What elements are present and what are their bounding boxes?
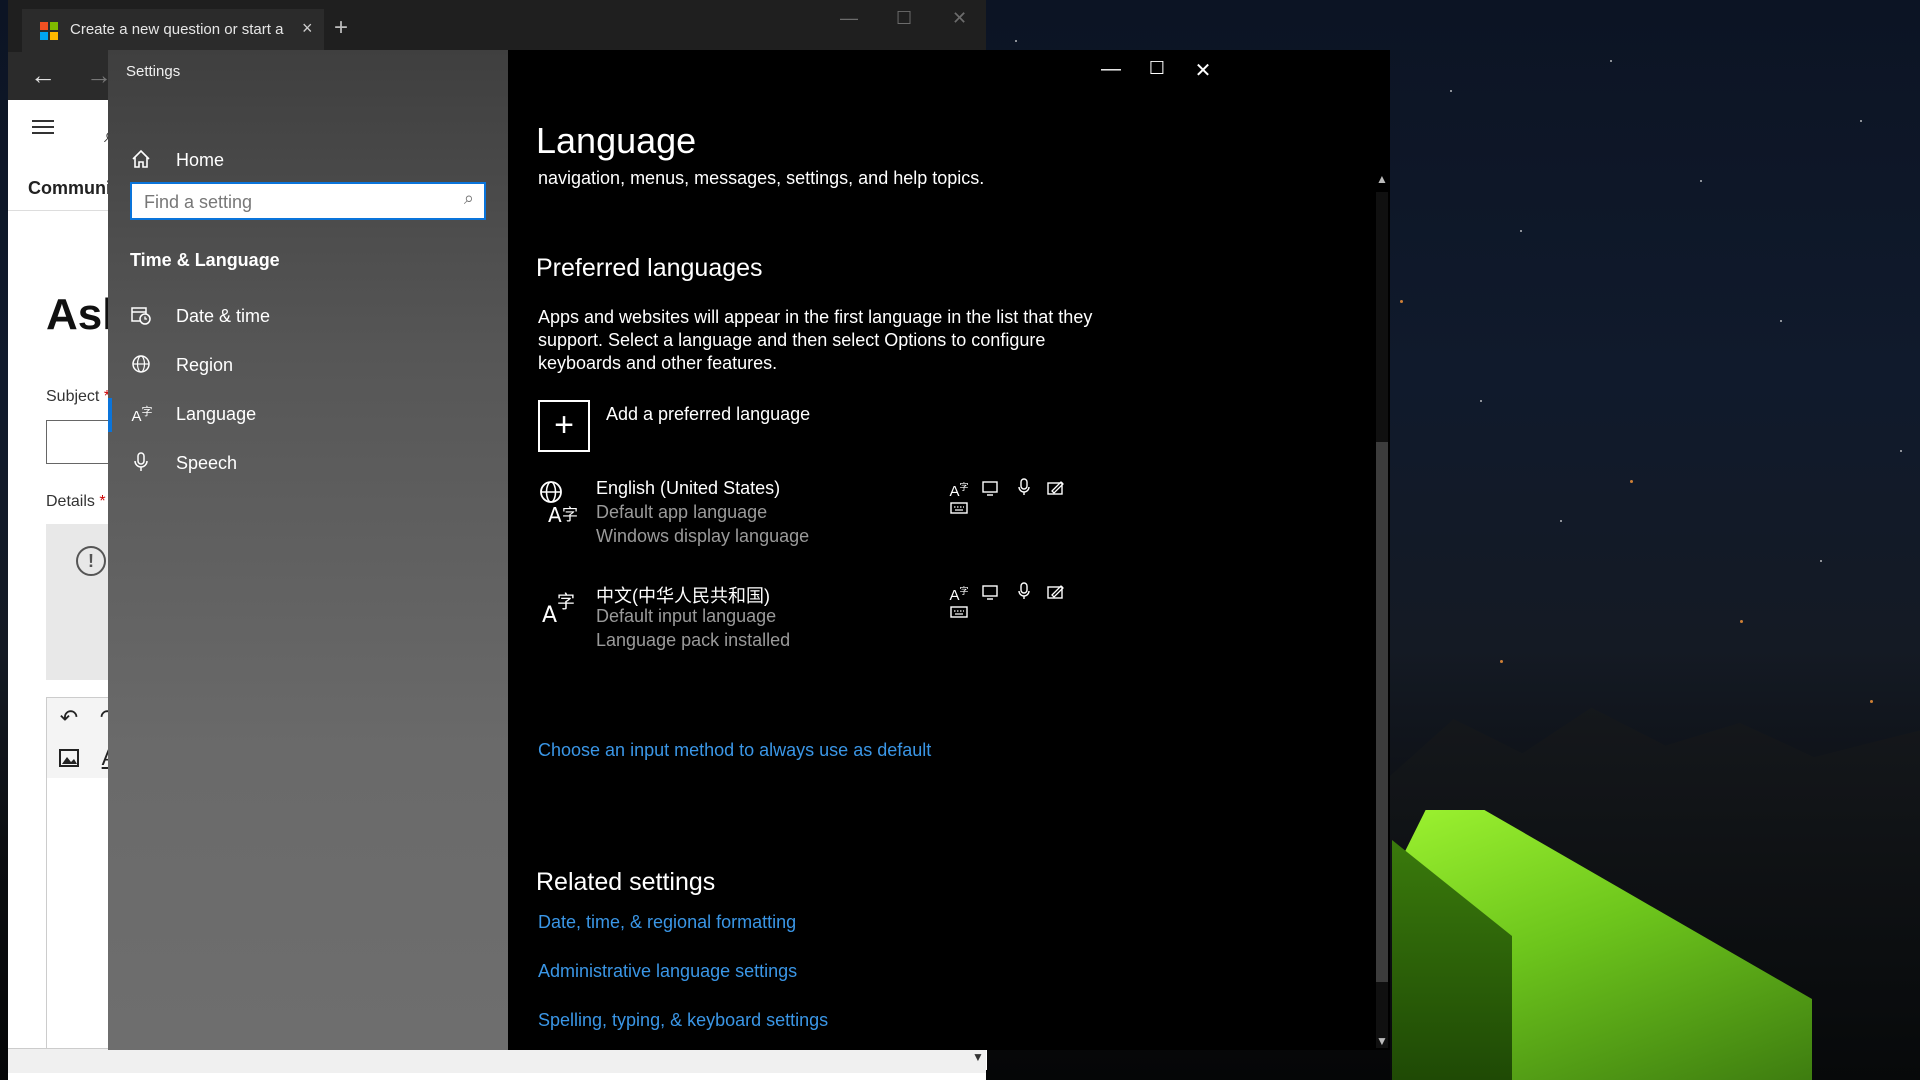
back-arrow-icon[interactable]: ← xyxy=(30,60,56,91)
community-header[interactable]: Communi xyxy=(28,178,111,199)
svg-text:A: A xyxy=(548,503,562,524)
settings-content: — ☐ ✕ Language navigation, menus, messag… xyxy=(508,50,1390,1050)
calendar-clock-icon xyxy=(130,304,154,328)
new-tab-button[interactable]: + xyxy=(334,14,348,42)
browser-tab-bar: Create a new question or start a × + — ☐… xyxy=(8,0,986,52)
microphone-icon xyxy=(130,451,154,475)
close-button[interactable]: ✕ xyxy=(1180,58,1226,83)
add-language-label[interactable]: Add a preferred language xyxy=(606,404,810,425)
language-detail: Default input language xyxy=(596,606,777,626)
input-method-link[interactable]: Choose an input method to always use as … xyxy=(538,740,931,761)
scroll-up-arrow-icon[interactable]: ▲ xyxy=(1374,172,1390,188)
language-detail: Default app language xyxy=(596,502,768,522)
language-icon: A字 xyxy=(538,584,580,628)
language-pack-icon: A字 xyxy=(949,586,969,604)
svg-text:字: 字 xyxy=(557,592,575,613)
display-icon xyxy=(980,480,1002,498)
hamburger-menu-icon[interactable] xyxy=(32,120,54,134)
details-label-text: Details xyxy=(46,493,95,510)
related-settings-heading: Related settings xyxy=(536,868,716,896)
language-detail: Language pack installed xyxy=(596,630,791,650)
page-title: Language xyxy=(536,120,697,161)
language-globe-icon: A字 xyxy=(538,480,580,524)
nav-home[interactable]: Home xyxy=(130,142,490,182)
content-scrollbar[interactable]: ▲ ▼ xyxy=(1374,172,1390,1050)
search-icon: ⌕ xyxy=(463,188,474,208)
subject-label-text: Subject xyxy=(46,388,100,405)
settings-sidebar: Settings Home ⌕ Time & Language Date & t… xyxy=(108,50,508,1050)
svg-text:字: 字 xyxy=(562,505,578,524)
scrollbar-thumb[interactable] xyxy=(1376,442,1388,982)
nav-region-label: Region xyxy=(176,355,234,375)
globe-icon xyxy=(130,353,154,377)
language-features: A字 xyxy=(948,478,1098,514)
microsoft-logo-icon xyxy=(40,22,58,40)
nav-language[interactable]: A字 Language xyxy=(108,396,490,436)
nav-home-label: Home xyxy=(176,150,225,170)
scroll-down-arrow-icon[interactable]: ▼ xyxy=(1374,1034,1390,1050)
speech-icon xyxy=(1013,582,1035,600)
preferred-languages-description: Apps and websites will appear in the fir… xyxy=(538,307,1093,373)
search-input[interactable] xyxy=(142,188,446,216)
related-link-regional-formatting[interactable]: Date, time, & regional formatting xyxy=(538,912,796,933)
home-icon xyxy=(130,148,154,172)
browser-tab[interactable]: Create a new question or start a × xyxy=(22,9,324,52)
nav-language-label: Language xyxy=(176,404,257,424)
intro-text: navigation, menus, messages, settings, a… xyxy=(538,168,985,188)
settings-window: Settings Home ⌕ Time & Language Date & t… xyxy=(108,50,1390,1050)
details-label: Details * xyxy=(46,493,106,511)
browser-close-button[interactable]: ✕ xyxy=(952,8,967,29)
language-row-english[interactable]: A字 English (United States) Default app l… xyxy=(538,478,1098,558)
nav-date-time-label: Date & time xyxy=(176,306,271,326)
info-icon: ! xyxy=(76,546,106,576)
display-icon xyxy=(980,584,1002,602)
handwriting-icon xyxy=(1045,480,1067,498)
language-features: A字 xyxy=(948,582,1098,618)
maximize-button[interactable]: ☐ xyxy=(1134,58,1180,79)
browser-bottom-bar xyxy=(8,1048,986,1073)
language-icon: A字 xyxy=(131,406,153,425)
speech-icon xyxy=(1013,478,1035,496)
language-pack-icon: A字 xyxy=(949,482,969,500)
nav-date-time[interactable]: Date & time xyxy=(130,298,490,338)
scrollbar-track[interactable] xyxy=(1376,192,1388,1048)
add-language-button[interactable]: + xyxy=(538,400,590,452)
nav-speech[interactable]: Speech xyxy=(130,445,490,485)
scroll-down-arrow-icon[interactable]: ▼ xyxy=(972,1050,984,1064)
language-detail: Windows display language xyxy=(596,526,810,546)
language-name: 中文(中华人民共和国) xyxy=(596,586,770,606)
language-row-chinese[interactable]: A字 中文(中华人民共和国) Default input language La… xyxy=(538,582,1098,662)
browser-minimize-button[interactable]: — xyxy=(840,8,858,29)
section-title: Time & Language xyxy=(130,250,280,270)
svg-text:A: A xyxy=(542,603,557,628)
language-name: English (United States) xyxy=(596,478,781,498)
keyboard-icon xyxy=(948,605,970,623)
undo-icon[interactable]: ↶ xyxy=(51,700,87,736)
settings-search-box[interactable]: ⌕ xyxy=(130,182,486,220)
required-mark: * xyxy=(99,493,106,510)
browser-tab-title: Create a new question or start a xyxy=(70,21,284,38)
keyboard-icon xyxy=(948,501,970,519)
close-tab-icon[interactable]: × xyxy=(302,18,313,39)
handwriting-icon xyxy=(1045,584,1067,602)
related-link-admin-language[interactable]: Administrative language settings xyxy=(538,961,797,982)
related-link-spelling-typing[interactable]: Spelling, typing, & keyboard settings xyxy=(538,1010,828,1031)
nav-region[interactable]: Region xyxy=(130,347,490,387)
browser-maximize-button[interactable]: ☐ xyxy=(896,8,912,29)
app-title: Settings xyxy=(126,63,181,80)
preferred-languages-heading: Preferred languages xyxy=(536,254,763,282)
image-icon[interactable] xyxy=(51,740,87,776)
minimize-button[interactable]: — xyxy=(1088,58,1134,81)
subject-label: Subject * xyxy=(46,388,110,406)
nav-speech-label: Speech xyxy=(176,453,238,473)
